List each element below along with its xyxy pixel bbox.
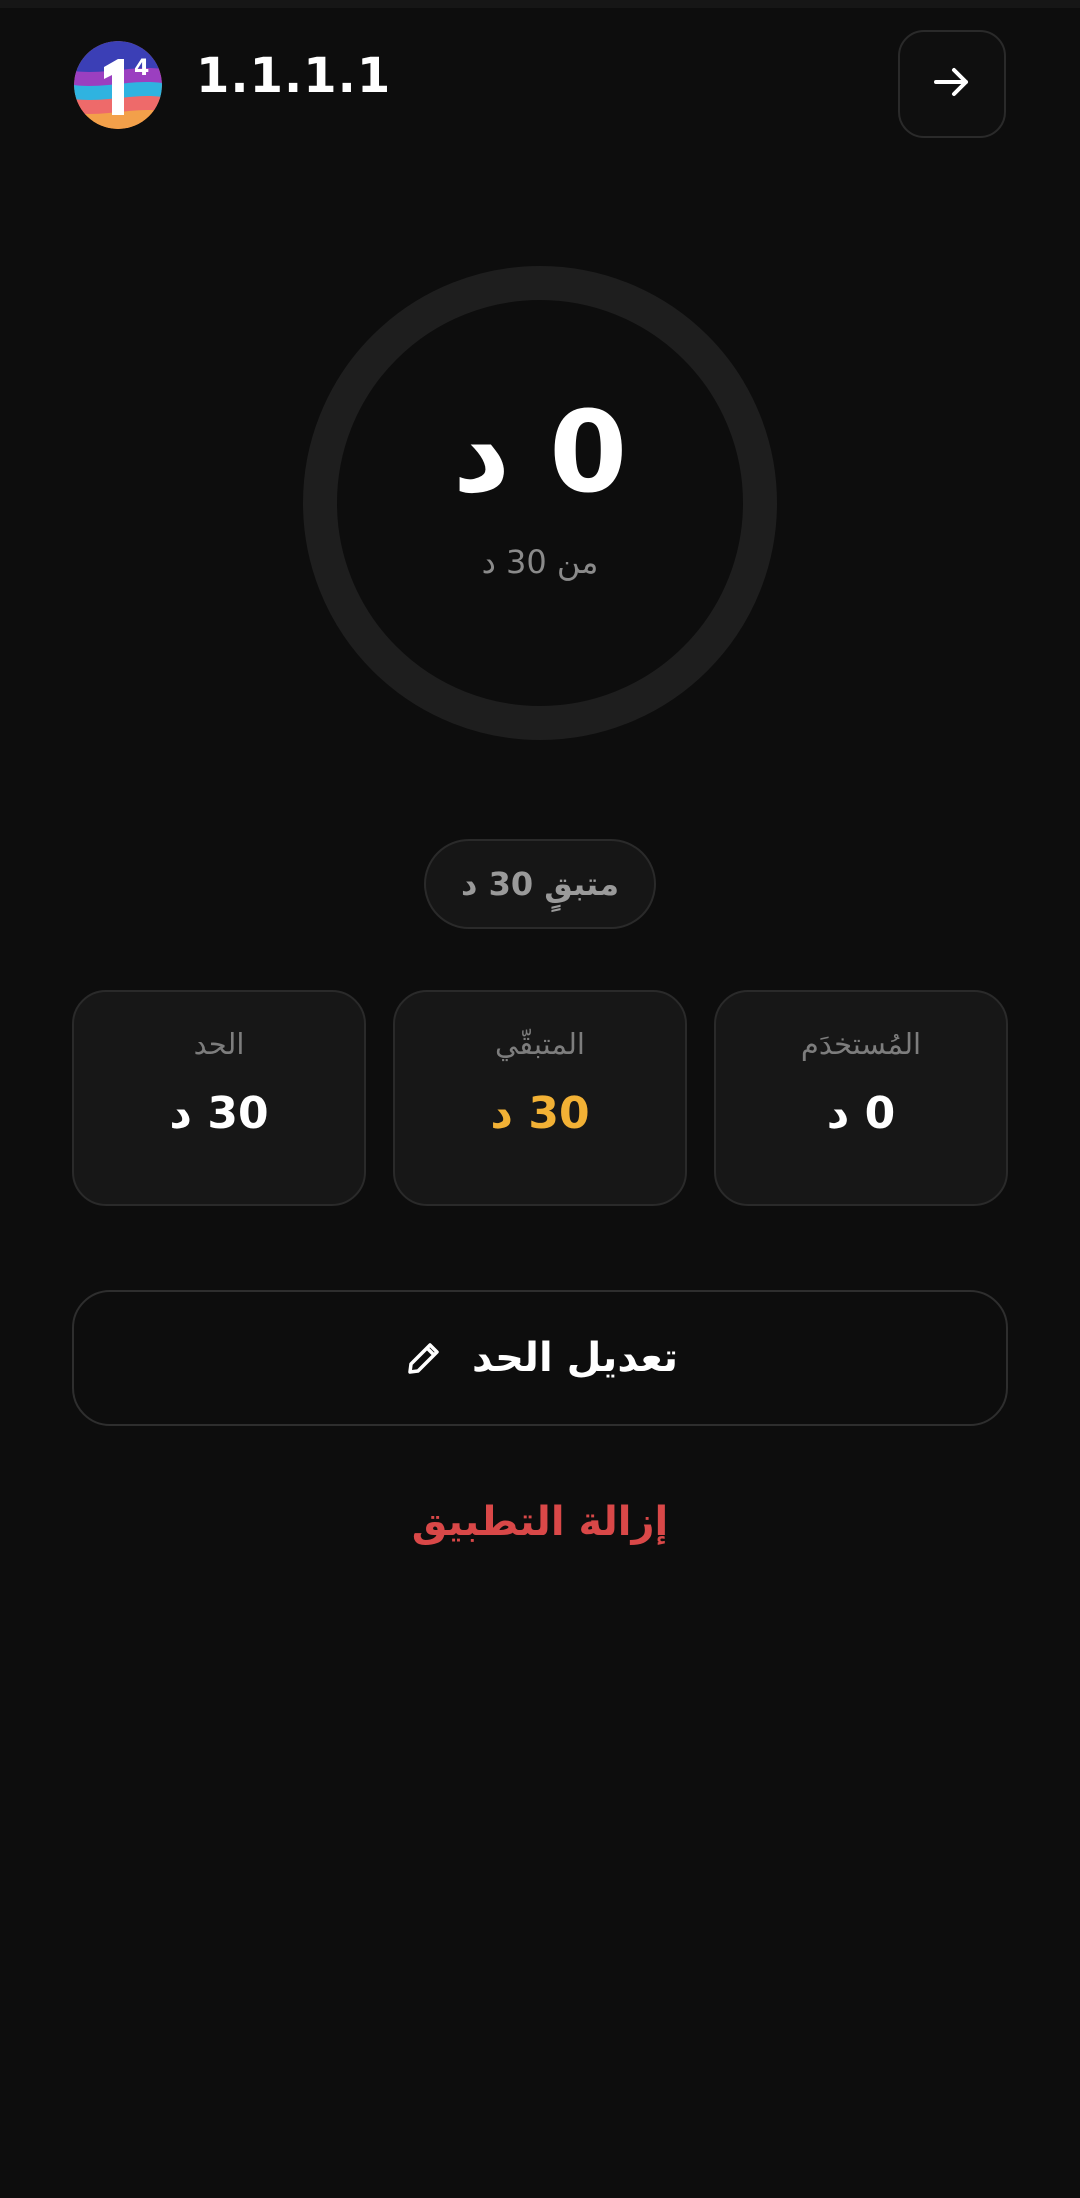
stat-label-limit: الحد xyxy=(193,1027,245,1061)
usage-subtitle: من 30 د xyxy=(481,543,599,581)
svg-text:4: 4 xyxy=(134,56,149,81)
status-bar-strip xyxy=(0,0,1080,8)
stat-label-used: المُستخدَم xyxy=(800,1027,922,1061)
remove-app-link[interactable]: إزالة التطبيق xyxy=(240,1492,840,1552)
back-button[interactable] xyxy=(898,30,1006,138)
stat-card-remaining: المتبقّي 30 د xyxy=(393,990,687,1206)
pencil-icon xyxy=(402,1336,446,1380)
edit-limit-button[interactable]: تعديل الحد xyxy=(72,1290,1008,1426)
usage-value: 0 د xyxy=(452,388,628,518)
stat-value-used: 0 د xyxy=(826,1088,896,1139)
stat-card-limit: الحد 30 د xyxy=(72,990,366,1206)
stat-value-limit: 30 د xyxy=(169,1088,269,1139)
remaining-badge: متبقٍ 30 د xyxy=(424,839,656,929)
edit-limit-label: تعديل الحد xyxy=(472,1335,679,1381)
arrow-right-icon xyxy=(930,60,974,108)
stat-value-remaining: 30 د xyxy=(490,1088,590,1139)
app-title: 1.1.1.1 xyxy=(196,48,392,104)
app-logo-icon: 4 xyxy=(74,41,162,129)
stat-card-used: المُستخدَم 0 د xyxy=(714,990,1008,1206)
screen: 4 1.1.1.1 0 د من 30 د متبقٍ 30 د المُستخ… xyxy=(0,0,1080,2198)
stat-label-remaining: المتبقّي xyxy=(494,1027,585,1061)
